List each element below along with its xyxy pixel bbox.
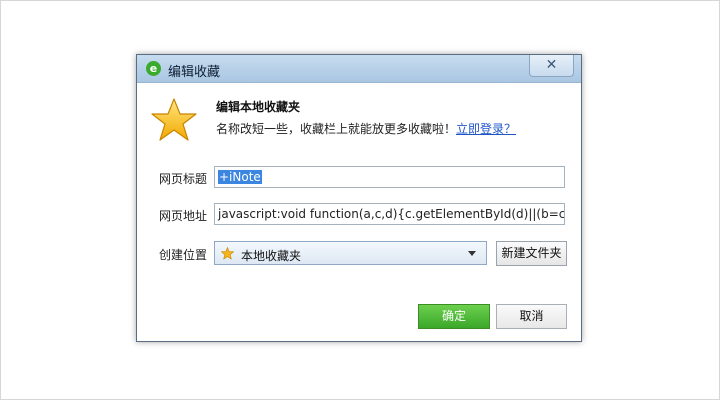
dialog-titlebar[interactable]: e 编辑收藏 ✕: [137, 55, 581, 83]
browser-logo-icon: e: [146, 61, 161, 76]
dialog-title: 编辑收藏: [168, 65, 221, 80]
ok-button[interactable]: 确定: [418, 304, 490, 329]
edit-bookmark-dialog: e 编辑收藏 ✕ 编辑本地收藏夹 名称改短一些，收藏栏上就能放更多收藏啦！立即登…: [136, 54, 582, 342]
title-input-value: +iNote: [218, 170, 262, 184]
login-link[interactable]: 立即登录？: [456, 122, 516, 136]
new-folder-button[interactable]: 新建文件夹: [496, 241, 567, 266]
close-button[interactable]: ✕: [529, 55, 574, 77]
star-icon: [151, 98, 197, 141]
url-input[interactable]: javascript:void function(a,c,d){c.getEle…: [214, 203, 565, 225]
header-desc-text: 名称改短一些，收藏栏上就能放更多收藏啦！: [216, 122, 457, 136]
location-select-value: 本地收藏夹: [241, 249, 302, 263]
location-select[interactable]: 本地收藏夹: [214, 241, 487, 265]
title-label: 网页标题: [159, 172, 208, 186]
url-label: 网页地址: [159, 209, 208, 223]
header-title: 编辑本地收藏夹: [216, 100, 301, 114]
folder-star-icon: [221, 247, 234, 260]
title-input[interactable]: +iNote: [214, 166, 565, 188]
location-label: 创建位置: [159, 248, 208, 262]
cancel-button[interactable]: 取消: [496, 304, 567, 329]
header-description: 名称改短一些，收藏栏上就能放更多收藏啦！立即登录？: [216, 120, 516, 137]
chevron-down-icon[interactable]: [468, 251, 476, 256]
